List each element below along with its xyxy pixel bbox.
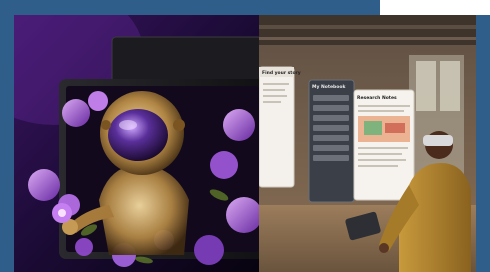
astronaut-illustration	[14, 15, 259, 272]
headset	[423, 135, 453, 146]
headset-workspace-image: Find your story My Notebook Research Not…	[259, 15, 476, 272]
workspace-scene: Find your story My Notebook Research Not…	[259, 15, 476, 272]
astronaut-tablet-image	[14, 15, 259, 272]
left-window-title: Find your story	[262, 70, 301, 76]
top-right-notch	[380, 0, 490, 15]
right-border	[476, 15, 490, 272]
right-window-title: Research Notes	[357, 95, 397, 101]
middle-window-title: My Notebook	[312, 84, 346, 90]
